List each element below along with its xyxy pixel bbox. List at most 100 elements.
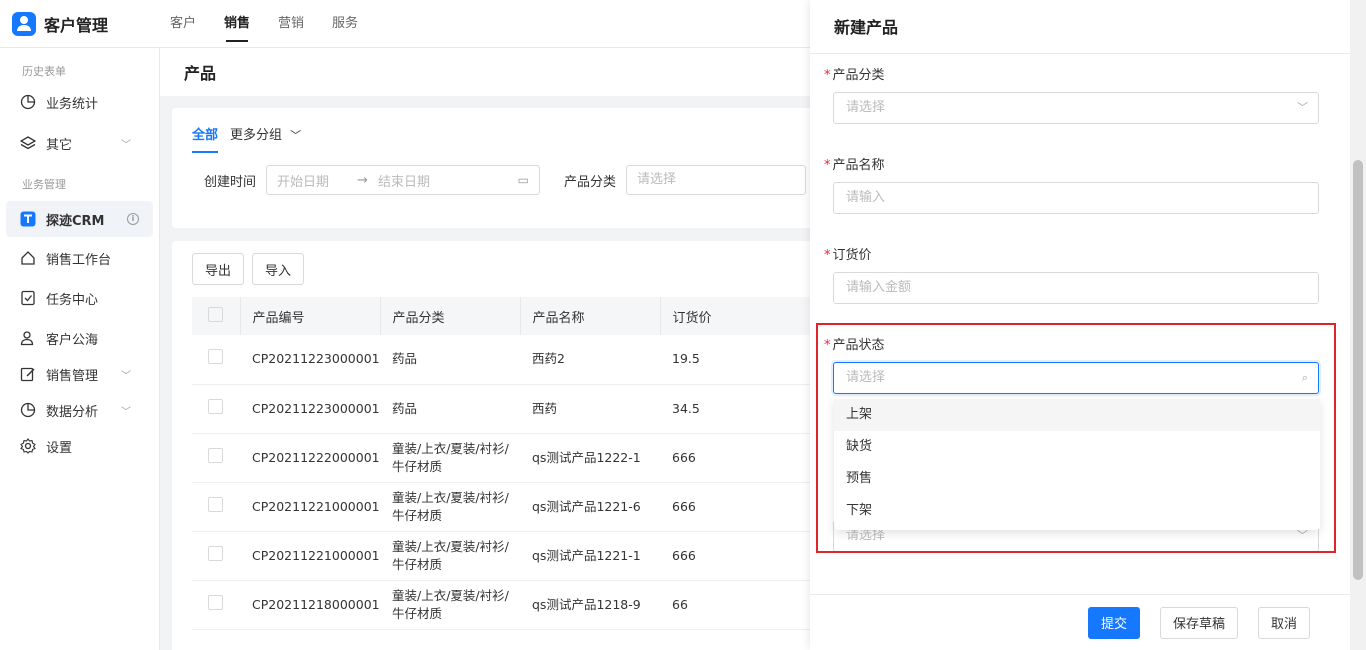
end-date-input[interactable]: 结束日期: [378, 171, 430, 190]
sidebar-item-label: 销售管理: [46, 368, 99, 384]
users-icon: [20, 330, 36, 346]
user-logo-icon: [12, 11, 36, 36]
topnav-service[interactable]: 服务: [332, 0, 358, 48]
topnav-sales[interactable]: 销售: [224, 0, 250, 48]
product-table: 产品编号 产品分类 产品名称 订货价 CP2021122300000159 药品…: [192, 297, 813, 630]
drawer-scrollbar[interactable]: [1350, 0, 1366, 650]
calendar-icon: ▭: [517, 173, 530, 187]
sidebar-group-business: 业务管理: [22, 178, 66, 191]
cell-product-code: CP2021122100000146: [240, 482, 380, 532]
table-row[interactable]: CP2021122100000146 童装/上衣/夏装/衬衫/牛仔材质 qs测试…: [192, 482, 812, 532]
submit-button[interactable]: 提交: [1087, 606, 1140, 639]
sidebar: 历史表单 业务统计 其它 ﹀ 业务管理 探迹CRM i 销售工作台 任务中心 客…: [0, 48, 160, 650]
cell-product-code: CP2021121800000140: [240, 580, 380, 630]
info-icon[interactable]: i: [127, 213, 139, 225]
sidebar-item-customer-pool[interactable]: 客户公海: [0, 320, 159, 356]
cell-order-price: 66: [660, 580, 812, 630]
top-nav: 客户 销售 营销 服务: [170, 0, 386, 48]
field-product-name: * 产品名称 请输入: [824, 154, 1320, 214]
cell-product-category: 童装/上衣/夏装/衬衫/牛仔材质: [380, 531, 520, 581]
column-header[interactable]: 产品名称: [520, 297, 661, 335]
sidebar-item-label: 业务统计: [46, 96, 99, 112]
export-button[interactable]: 导出: [192, 253, 245, 285]
cell-product-category: 药品: [380, 384, 520, 434]
cell-product-category: 童装/上衣/夏装/衬衫/牛仔材质: [380, 482, 520, 532]
sidebar-item-label: 任务中心: [46, 292, 99, 308]
sidebar-group-history: 历史表单: [22, 65, 66, 78]
select-all-cell: [192, 297, 241, 335]
field-label-text: 订货价: [832, 248, 872, 263]
chevron-down-icon: ﹀: [121, 406, 131, 418]
row-checkbox[interactable]: [208, 398, 223, 414]
row-checkbox[interactable]: [208, 496, 223, 512]
select-all-checkbox[interactable]: [208, 306, 223, 322]
topnav-marketing[interactable]: 营销: [278, 0, 304, 48]
sidebar-item-sales-management[interactable]: 销售管理 ﹀: [0, 356, 159, 392]
row-select-cell: [192, 384, 240, 434]
gear-icon: [20, 438, 36, 454]
table-actions: 导出 导入: [172, 241, 812, 297]
save-draft-button[interactable]: 保存草稿: [1159, 606, 1238, 639]
required-mark: *: [824, 248, 831, 263]
chart-pie-icon: [20, 94, 36, 110]
cell-product-name: qs测试产品1221-6: [520, 482, 660, 532]
sidebar-item-label: 设置: [46, 440, 73, 456]
row-checkbox[interactable]: [208, 349, 223, 365]
sidebar-item-task-center[interactable]: 任务中心: [0, 280, 159, 316]
required-mark: *: [824, 158, 831, 173]
new-product-drawer: 新建产品 * 产品分类 请选择 ﹀ * 产品名称 请输入 * 订货价 请输入金额 * 产…: [810, 0, 1350, 650]
row-select-cell: [192, 335, 240, 385]
row-checkbox[interactable]: [208, 594, 223, 610]
table-row[interactable]: CP2021122300000159 药品 西药2 19.5: [192, 335, 812, 385]
sidebar-item-crm[interactable]: 探迹CRM i: [6, 201, 153, 237]
column-header[interactable]: 订货价: [660, 297, 813, 335]
chevron-down-icon: ﹀: [121, 139, 131, 151]
annotation-highlight-box: [816, 323, 1336, 553]
row-select-cell: [192, 531, 240, 581]
table-row[interactable]: CP2021121800000140 童装/上衣/夏装/衬衫/牛仔材质 qs测试…: [192, 580, 812, 630]
product-category-select[interactable]: 请选择 ﹀: [833, 92, 1319, 124]
column-header[interactable]: 产品编号: [240, 297, 381, 335]
required-mark: *: [824, 68, 831, 83]
sidebar-item-others[interactable]: 其它 ﹀: [0, 125, 159, 161]
start-date-input[interactable]: 开始日期: [277, 171, 329, 190]
order-price-input[interactable]: 请输入金额: [833, 272, 1319, 304]
field-label: * 产品名称: [824, 154, 1320, 174]
product-name-input[interactable]: 请输入: [833, 182, 1319, 214]
table-row[interactable]: CP2021122300000158 药品 西药 34.5: [192, 384, 812, 434]
table-card: 导出 导入 产品编号 产品分类 产品名称 订货价 CP2021122300000…: [172, 241, 813, 650]
field-label-text: 产品名称: [832, 158, 885, 173]
main-content: 产品 全部 更多分组 ﹀ 创建时间 开始日期 → 结束日期 ▭ 产品分类 请选择…: [160, 48, 813, 650]
column-header[interactable]: 产品分类: [380, 297, 521, 335]
cell-order-price: 666: [660, 482, 812, 532]
cell-product-category: 童装/上衣/夏装/衬衫/牛仔材质: [380, 580, 520, 630]
brand[interactable]: 客户管理: [0, 11, 160, 36]
tab-all[interactable]: 全部: [192, 124, 219, 153]
sidebar-item-sales-workbench[interactable]: 销售工作台: [0, 240, 159, 276]
scrollbar-thumb[interactable]: [1353, 160, 1363, 580]
category-filter-label: 产品分类: [564, 174, 617, 190]
sidebar-item-label: 客户公海: [46, 332, 99, 348]
table-row[interactable]: CP2021122100000141 童装/上衣/夏装/衬衫/牛仔材质 qs测试…: [192, 531, 812, 581]
row-checkbox[interactable]: [208, 545, 223, 561]
tab-more-groups[interactable]: 更多分组 ﹀: [230, 124, 301, 153]
cell-product-code: CP2021122100000141: [240, 531, 380, 581]
sidebar-item-data-analysis[interactable]: 数据分析 ﹀: [0, 392, 159, 428]
sidebar-item-business-stats[interactable]: 业务统计: [0, 84, 159, 120]
sidebar-item-label: 销售工作台: [46, 252, 112, 268]
import-button[interactable]: 导入: [252, 253, 305, 285]
topnav-customer[interactable]: 客户: [170, 0, 196, 48]
sidebar-item-settings[interactable]: 设置: [0, 428, 159, 464]
date-range-picker[interactable]: 开始日期 → 结束日期 ▭: [266, 165, 541, 195]
row-checkbox[interactable]: [208, 447, 223, 463]
cell-product-name: qs测试产品1218-9: [520, 580, 660, 630]
table-row[interactable]: CP2021122200000157 童装/上衣/夏装/衬衫/牛仔材质 qs测试…: [192, 433, 812, 483]
sidebar-item-label: 探迹CRM: [46, 213, 105, 229]
row-select-cell: [192, 580, 240, 630]
category-filter-select[interactable]: 请选择: [626, 165, 807, 195]
cell-product-category: 童装/上衣/夏装/衬衫/牛仔材质: [380, 433, 520, 483]
cell-product-code: CP2021122200000157: [240, 433, 380, 483]
cell-order-price: 34.5: [660, 384, 812, 434]
arrow-right-icon: →: [357, 172, 368, 188]
cancel-button[interactable]: 取消: [1257, 606, 1310, 639]
